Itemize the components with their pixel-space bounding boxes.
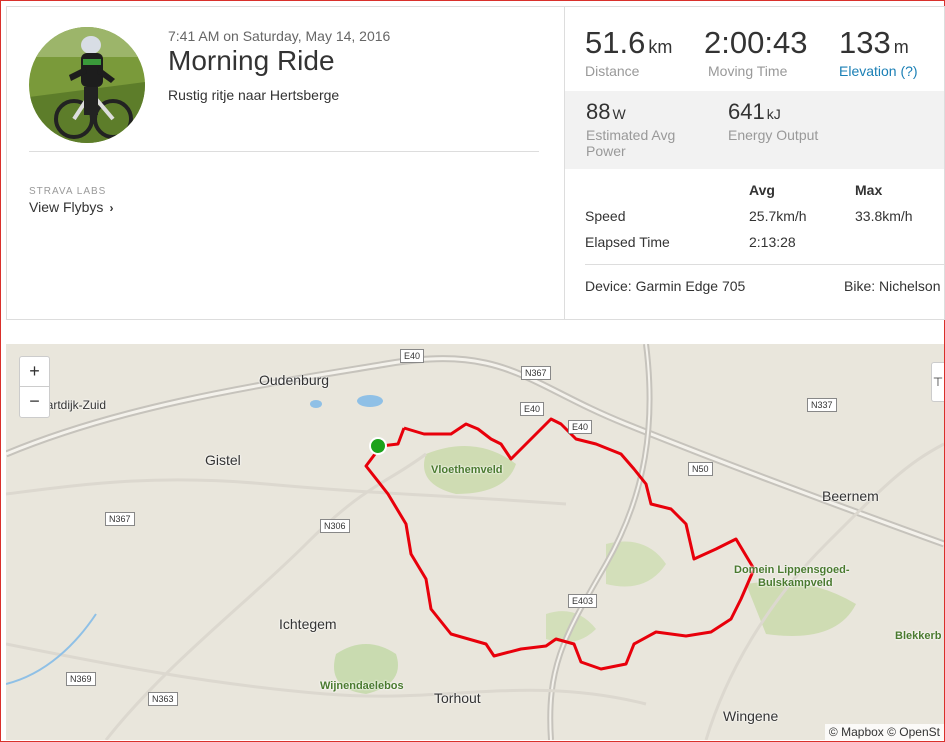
energy-label: Energy Output	[728, 127, 819, 143]
place-label: Bulskampveld	[758, 577, 833, 589]
bike-info: Bike: Nichelson	[844, 278, 941, 294]
place-label: Ichtegem	[279, 616, 337, 632]
road-shield: E40	[520, 402, 545, 416]
view-flybys-label: View Flybys	[29, 199, 104, 215]
speed-label: Speed	[585, 208, 626, 224]
secondary-stats-band: 88 W Estimated Avg Power 641 kJ Energy Out…	[565, 91, 944, 169]
road-shield: E40	[400, 349, 425, 363]
place-label: Torhout	[434, 690, 481, 706]
elapsed-time-label: Elapsed Time	[585, 234, 670, 250]
layers-toggle-icon[interactable]: ⊤	[931, 362, 944, 402]
elevation-value: 133	[839, 25, 891, 60]
road-shield: E403	[568, 594, 598, 608]
power-label: Estimated Avg Power	[586, 127, 676, 159]
activity-card: 7:41 AM on Saturday, May 14, 2016 Mornin…	[6, 6, 945, 320]
zoom-control: + −	[19, 356, 50, 418]
table-header-avg: Avg	[749, 182, 775, 198]
place-label: Gistel	[205, 452, 241, 468]
route-map[interactable]: Oudenburg Gistel Vloethemveld Beernem Do…	[6, 344, 944, 740]
stat-energy: 641 kJ Energy Output	[728, 99, 818, 143]
road-shield: N367	[105, 512, 135, 526]
chevron-right-icon: ›	[109, 201, 114, 215]
device-divider	[585, 264, 944, 265]
stat-elevation: 133 m Elevation (?)	[839, 25, 918, 79]
zoom-in-button[interactable]: +	[20, 357, 49, 387]
place-label: Beernem	[822, 488, 879, 504]
energy-value: 641	[728, 99, 765, 124]
energy-unit: kJ	[766, 106, 781, 122]
stat-moving-time: 2:00:43 Moving Time	[704, 25, 807, 79]
activity-description: Rustig ritje naar Hertsberge	[168, 87, 340, 103]
place-label: Blekkerb	[895, 630, 942, 642]
zoom-out-button[interactable]: −	[20, 387, 49, 416]
power-value: 88	[586, 99, 611, 124]
place-label: Domein Lippensgoed-	[734, 564, 850, 576]
table-header-max: Max	[855, 182, 883, 198]
road-shield: N363	[148, 692, 178, 706]
route-start-marker	[369, 437, 387, 455]
activity-title: Morning Ride	[168, 45, 335, 76]
athlete-avatar[interactable]	[29, 27, 145, 143]
speed-avg: 25.7km/h	[749, 208, 807, 224]
place-label: Oudenburg	[259, 372, 330, 388]
road-shield: N369	[66, 672, 96, 686]
distance-value: 51.6	[585, 25, 646, 60]
elevation-help-link[interactable]: Elevation (?)	[839, 63, 918, 79]
place-label: Wingene	[723, 708, 779, 724]
divider	[29, 151, 539, 152]
view-flybys-link[interactable]: View Flybys ›	[29, 199, 113, 215]
moving-time-label: Moving Time	[708, 63, 788, 79]
road-shield: N306	[320, 519, 350, 533]
road-shield: N367	[521, 366, 551, 380]
place-label: Vloethemveld	[431, 464, 503, 476]
map-canvas	[6, 344, 944, 740]
place-label: Wijnendaelebos	[320, 680, 404, 692]
elevation-unit: m	[893, 37, 909, 57]
road-shield: N50	[688, 462, 713, 476]
road-shield: E40	[568, 420, 593, 434]
power-unit: W	[612, 106, 626, 122]
speed-max: 33.8km/h	[855, 208, 913, 224]
map-attribution[interactable]: © Mapbox © OpenSt	[824, 724, 944, 740]
elapsed-time-avg: 2:13:28	[749, 234, 796, 250]
activity-date: 7:41 AM on Saturday, May 14, 2016	[168, 28, 391, 44]
distance-unit: km	[648, 37, 673, 57]
road-shield: N337	[807, 398, 837, 412]
device-info: Device: Garmin Edge 705	[585, 278, 746, 294]
strava-labs-heading: STRAVA LABS	[29, 186, 107, 197]
stat-distance: 51.6 km Distance	[585, 25, 672, 79]
moving-time-value: 2:00:43	[704, 25, 808, 60]
distance-label: Distance	[585, 63, 640, 79]
stat-power: 88 W Estimated Avg Power	[586, 99, 696, 159]
